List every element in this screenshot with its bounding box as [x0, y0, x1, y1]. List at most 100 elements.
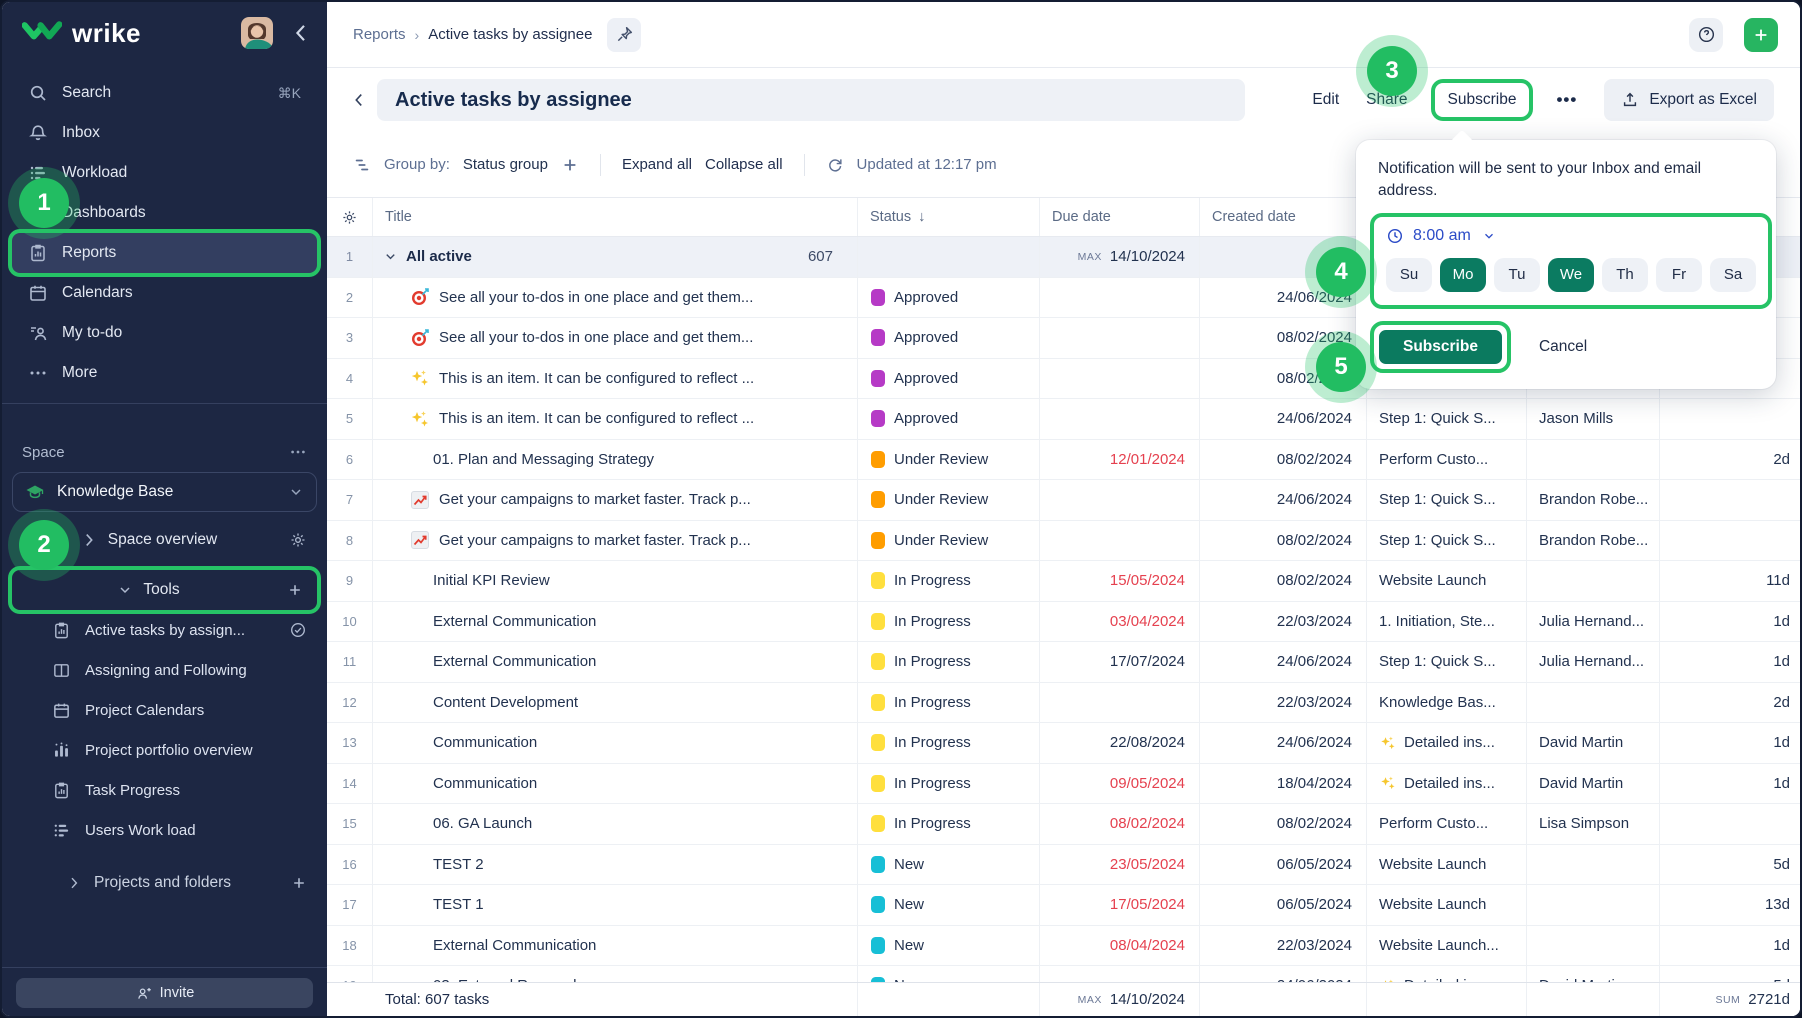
status-swatch [871, 572, 885, 589]
table-settings-cell[interactable] [327, 198, 373, 236]
table-row[interactable]: 5 This is an item. It can be configured … [327, 399, 1800, 440]
table-row[interactable]: 12 Content Development In Progress 22/03… [327, 683, 1800, 724]
expand-all-button[interactable]: Expand all [622, 156, 692, 173]
status-label: In Progress [894, 572, 971, 589]
sidebar-item-project-portfolio[interactable]: Project portfolio overview [2, 730, 327, 770]
table-row[interactable]: 8 Get your campaigns to market faster. T… [327, 521, 1800, 562]
day-chip-sa[interactable]: Sa [1710, 258, 1756, 292]
sidebar-item-calendars[interactable]: Calendars [12, 273, 317, 313]
add-project-icon[interactable] [291, 875, 307, 891]
gear-icon[interactable] [289, 531, 307, 549]
sidebar-item-assigning-following[interactable]: Assigning and Following [2, 650, 327, 690]
table-row[interactable]: 11 External Communication In Progress 17… [327, 642, 1800, 683]
help-button[interactable] [1689, 18, 1723, 52]
add-grouping-icon[interactable] [561, 156, 579, 174]
column-header-created-date[interactable]: Created date [1200, 198, 1367, 236]
subscribe-button[interactable]: Subscribe [1435, 83, 1530, 117]
group-by-value[interactable]: Status group [463, 156, 548, 173]
sidebar-item-project-calendars[interactable]: Project Calendars [2, 690, 327, 730]
avatar[interactable] [241, 17, 273, 49]
sidebar-item-tools[interactable]: Tools [12, 570, 317, 610]
group-status-cell [858, 237, 1040, 277]
sidebar-item-my-todo[interactable]: My to-do [12, 313, 317, 353]
tool-label: Project portfolio overview [85, 742, 253, 759]
collapse-all-button[interactable]: Collapse all [705, 156, 783, 173]
column-header-title[interactable]: Title [373, 198, 858, 236]
sidebar-item-users-workload[interactable]: Users Work load [2, 810, 327, 850]
day-chip-we[interactable]: We [1548, 258, 1594, 292]
max-value: 14/10/2024 [1110, 991, 1185, 1008]
status-swatch [871, 694, 885, 711]
column-header-due-date[interactable]: Due date [1040, 198, 1200, 236]
created-date-cell: 18/04/2024 [1200, 764, 1367, 804]
invite-button[interactable]: Invite [16, 978, 313, 1008]
table-row[interactable]: 18 External Communication New 08/04/2024… [327, 926, 1800, 967]
assignee-cell: David Martin [1527, 966, 1660, 982]
footer-created-cell [1200, 983, 1367, 1016]
table-row[interactable]: 16 TEST 2 New 23/05/2024 06/05/2024 Webs… [327, 845, 1800, 886]
pin-button[interactable] [607, 18, 641, 52]
invite-label: Invite [160, 985, 195, 1001]
duration-cell: 11d [1660, 561, 1800, 601]
footer-duration-sum: SUM 2721d [1660, 983, 1802, 1016]
due-date-cell [1040, 683, 1200, 723]
more-actions-button[interactable]: ••• [1556, 90, 1577, 110]
due-date-cell [1040, 359, 1200, 399]
add-tool-icon[interactable] [287, 582, 303, 598]
title-cell: This is an item. It can be configured to… [373, 399, 858, 439]
table-row[interactable]: 7 Get your campaigns to market faster. T… [327, 480, 1800, 521]
table-row[interactable]: 19 03. External Research New 24/06/2024 … [327, 966, 1800, 982]
time-selector[interactable]: 8:00 am [1386, 227, 1756, 245]
table-row[interactable]: 14 Communication In Progress 09/05/2024 … [327, 764, 1800, 805]
column-header-status[interactable]: Status ↓ [858, 198, 1040, 236]
row-number: 5 [327, 399, 373, 439]
report-title-input[interactable]: Active tasks by assignee [377, 79, 1245, 121]
back-button[interactable] [341, 91, 377, 109]
status-label: In Progress [894, 653, 971, 670]
table-row[interactable]: 17 TEST 1 New 17/05/2024 06/05/2024 Webs… [327, 885, 1800, 926]
space-menu-icon[interactable] [289, 443, 307, 461]
export-label: Export as Excel [1649, 91, 1757, 109]
step-badge-1: 1 [19, 178, 69, 228]
cancel-button[interactable]: Cancel [1539, 338, 1587, 356]
sidebar-item-search[interactable]: Search ⌘K [12, 73, 317, 113]
table-row[interactable]: 6 01. Plan and Messaging Strategy Under … [327, 440, 1800, 481]
status-cell: Approved [858, 318, 1040, 358]
sidebar-item-more[interactable]: More [12, 353, 317, 393]
table-row[interactable]: 10 External Communication In Progress 03… [327, 602, 1800, 643]
title-cell: This is an item. It can be configured to… [373, 359, 858, 399]
refresh-icon[interactable] [826, 156, 844, 174]
due-date-cell: 17/05/2024 [1040, 885, 1200, 925]
task-title: External Communication [433, 653, 596, 670]
day-chip-su[interactable]: Su [1386, 258, 1432, 292]
assignee-cell [1527, 845, 1660, 885]
day-chip-th[interactable]: Th [1602, 258, 1648, 292]
clock-icon [1386, 227, 1404, 245]
sidebar-item-active-tasks[interactable]: Active tasks by assign... [2, 610, 327, 650]
chevron-down-icon[interactable] [383, 249, 398, 264]
breadcrumb-reports[interactable]: Reports [353, 26, 406, 43]
sidebar-item-task-progress[interactable]: Task Progress [2, 770, 327, 810]
sidebar-item-reports[interactable]: Reports [12, 233, 317, 273]
table-row[interactable]: 13 Communication In Progress 22/08/2024 … [327, 723, 1800, 764]
created-date-cell: 22/03/2024 [1200, 602, 1367, 642]
subscribe-confirm-button[interactable]: Subscribe [1377, 328, 1504, 366]
parent-label: Step 1: Quick S... [1379, 653, 1496, 670]
day-chip-tu[interactable]: Tu [1494, 258, 1540, 292]
collapse-sidebar-icon[interactable] [289, 21, 313, 45]
export-excel-button[interactable]: Export as Excel [1604, 79, 1774, 121]
sidebar-item-knowledge-base[interactable]: Knowledge Base [12, 472, 317, 512]
title-cell: 01. Plan and Messaging Strategy [373, 440, 858, 480]
sidebar-item-projects-and-folders[interactable]: Projects and folders [2, 863, 327, 903]
global-add-button[interactable] [1744, 18, 1778, 52]
columns-icon [52, 661, 71, 680]
table-row[interactable]: 15 06. GA Launch In Progress 08/02/2024 … [327, 804, 1800, 845]
search-icon [28, 83, 48, 103]
day-chip-mo[interactable]: Mo [1440, 258, 1486, 292]
sidebar-item-inbox[interactable]: Inbox [12, 113, 317, 153]
day-chip-fr[interactable]: Fr [1656, 258, 1702, 292]
tools-list: Active tasks by assign... Assigning and … [2, 610, 327, 850]
edit-button[interactable]: Edit [1312, 91, 1339, 109]
table-row[interactable]: 9 Initial KPI Review In Progress 15/05/2… [327, 561, 1800, 602]
task-title: See all your to-dos in one place and get… [439, 289, 753, 306]
